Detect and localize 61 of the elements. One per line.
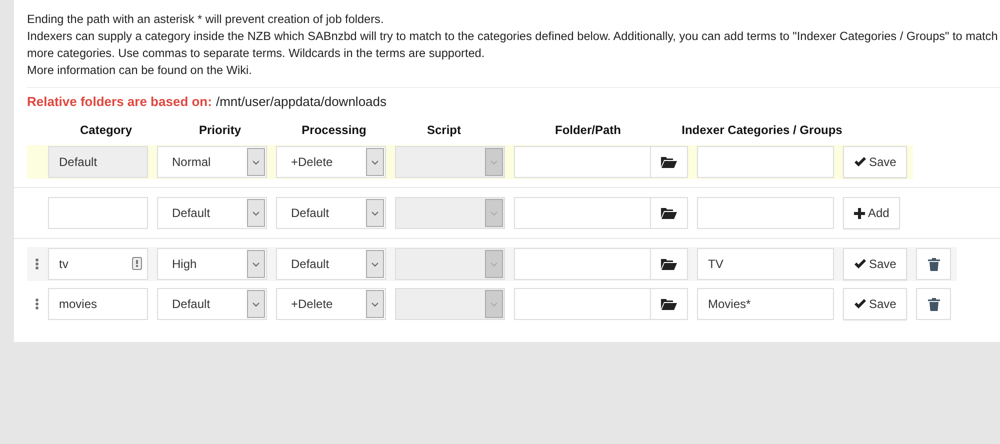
trash-icon: [928, 298, 940, 310]
save-button[interactable]: Save: [843, 248, 908, 280]
processing-select[interactable]: Default: [276, 248, 386, 280]
check-icon: [854, 299, 866, 309]
priority-select[interactable]: Default: [157, 197, 267, 229]
browse-folder-button[interactable]: [651, 146, 688, 178]
category-field[interactable]: [48, 197, 148, 229]
column-header: Processing: [300, 123, 368, 137]
folder-path-field[interactable]: [514, 288, 651, 320]
indexer-groups-field[interactable]: [697, 197, 834, 229]
folder-path-field[interactable]: [514, 146, 651, 178]
delete-button[interactable]: [916, 248, 952, 280]
delete-button[interactable]: [916, 288, 952, 320]
check-icon: [854, 157, 866, 167]
column-header: Indexer Categories / Groups: [680, 123, 844, 137]
column-header: Category: [78, 123, 133, 137]
category-field[interactable]: tv: [48, 248, 148, 280]
column-header: Script: [426, 123, 462, 137]
help-text: Indexers can supply a category inside the NZB which SABnzbd will try to match to the categories defined below. Additionally, you can add terms to "Indexer Categories / Groups" to match more categories. Use commas to separate terms. Wildcards in the terms are supported.: [27, 28, 999, 62]
field-icon[interactable]: [132, 257, 142, 270]
priority-select[interactable]: Default: [157, 288, 267, 320]
folder-icon: [661, 156, 677, 168]
browse-folder-button[interactable]: [651, 248, 688, 280]
priority-select[interactable]: High: [157, 248, 267, 280]
caret-icon[interactable]: [247, 199, 265, 227]
folder-path-field[interactable]: [514, 197, 651, 229]
caret-icon[interactable]: [247, 250, 265, 278]
plus-icon: [854, 208, 865, 218]
drag-handle-icon[interactable]: [35, 298, 39, 310]
check-icon: [854, 259, 866, 269]
category-field[interactable]: movies: [48, 288, 148, 320]
indexer-groups-field[interactable]: Movies*: [697, 288, 834, 320]
browse-folder-button[interactable]: [651, 197, 688, 229]
caret-icon[interactable]: [247, 290, 265, 318]
folder-path-field[interactable]: [514, 248, 651, 280]
browse-folder-button[interactable]: [651, 288, 688, 320]
caret-icon[interactable]: [366, 199, 384, 227]
processing-select[interactable]: Default: [276, 197, 386, 229]
trash-icon: [928, 258, 940, 270]
folder-icon: [661, 258, 677, 270]
save-button[interactable]: Save: [843, 288, 908, 320]
caret-icon[interactable]: [366, 250, 384, 278]
base-path: /mnt/user/appdata/downloads: [216, 94, 387, 109]
folder-icon: [661, 298, 677, 310]
processing-select[interactable]: +Delete: [276, 288, 386, 320]
caret-icon[interactable]: [366, 290, 384, 318]
processing-select[interactable]: +Delete: [276, 146, 386, 178]
caret-icon[interactable]: [366, 148, 384, 176]
indexer-groups-field[interactable]: TV: [697, 248, 834, 280]
folder-icon: [661, 207, 677, 219]
indexer-groups-field[interactable]: [697, 146, 834, 178]
add-button[interactable]: Add: [843, 197, 900, 229]
drag-handle-icon[interactable]: [35, 258, 39, 270]
column-header: Folder/Path: [554, 123, 622, 137]
column-header: Priority: [198, 123, 242, 137]
priority-select[interactable]: Normal: [157, 146, 267, 178]
help-text: More information can be found on the Wiki.: [27, 62, 253, 79]
caret-icon[interactable]: [247, 148, 265, 176]
save-button[interactable]: Save: [843, 146, 908, 178]
help-text: Ending the path with an asterisk * will prevent creation of job folders.: [27, 11, 385, 28]
relative-folders-label: Relative folders are based on:: [27, 94, 212, 109]
